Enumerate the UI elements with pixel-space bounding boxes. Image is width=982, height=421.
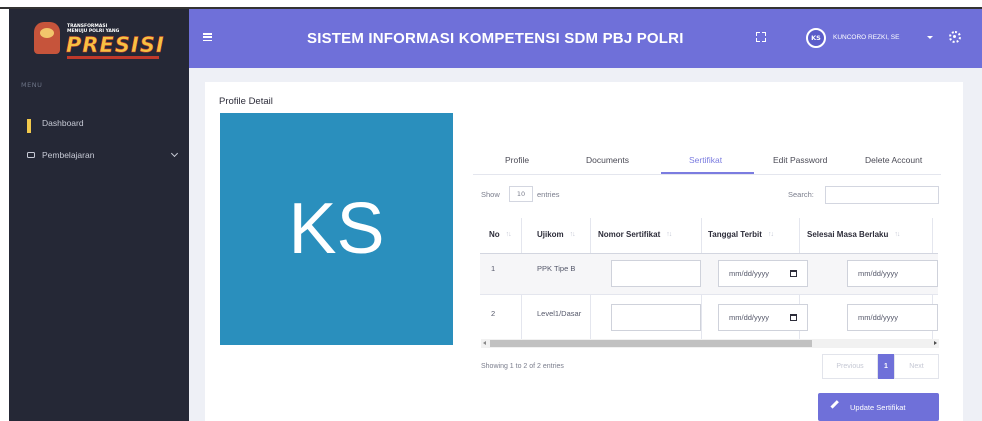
column-header-nomor-sertifikat[interactable]: Nomor Sertifikat ↑↓ <box>598 230 672 239</box>
hamburger-menu-icon[interactable] <box>203 33 212 41</box>
column-header-ujikom[interactable]: Ujikom ↑↓ <box>537 230 576 239</box>
sidebar-item-dashboard[interactable]: Dashboard <box>27 118 84 133</box>
active-tab-indicator <box>661 172 754 174</box>
logo-brand: PRESISI <box>66 33 165 57</box>
logo-underline <box>67 56 159 59</box>
selesai-masa-berlaku-input[interactable]: mm/dd/yyyy <box>847 304 938 331</box>
profile-initials-image: KS <box>220 113 453 345</box>
column-header-no[interactable]: No ↑↓ <box>489 230 512 239</box>
previous-button[interactable]: Previous <box>822 354 878 379</box>
sort-icon: ↑↓ <box>767 231 774 238</box>
sidebar-item-label: Pembelajaran <box>42 150 95 160</box>
tab-edit-password[interactable]: Edit Password <box>773 155 827 165</box>
sort-icon: ↑↓ <box>569 231 576 238</box>
show-label: Show <box>481 190 500 199</box>
sort-icon: ↑↓ <box>894 231 900 238</box>
nomor-sertifikat-input[interactable] <box>611 260 701 287</box>
sidebar: TRANSFORMASI MENUJU POLRI YANG PRESISI M… <box>9 9 189 421</box>
header-label: Tanggal Terbit <box>708 230 762 239</box>
date-placeholder: mm/dd/yyyy <box>858 313 899 322</box>
header-label: Selesai Masa Berlaku <box>807 230 889 239</box>
sort-icon: ↑↓ <box>666 231 672 238</box>
calendar-icon[interactable] <box>790 270 797 277</box>
tab-documents[interactable]: Documents <box>586 155 629 165</box>
calendar-icon[interactable] <box>790 314 797 321</box>
entries-label: entries <box>537 190 560 199</box>
chevron-down-icon <box>170 149 179 158</box>
logo[interactable]: TRANSFORMASI MENUJU POLRI YANG PRESISI <box>9 9 189 68</box>
search-input[interactable] <box>825 186 939 204</box>
user-name[interactable]: KUNCORO REZKI, SE <box>833 34 899 41</box>
selesai-masa-berlaku-input[interactable]: mm/dd/yyyy <box>847 260 938 287</box>
scroll-left-icon[interactable] <box>483 341 486 345</box>
column-header-tanggal-terbit[interactable]: Tanggal Terbit ↑↓ <box>708 230 774 239</box>
tabs-divider <box>473 174 941 175</box>
sort-icon: ↑↓ <box>505 231 512 238</box>
horizontal-scrollbar[interactable] <box>481 339 939 348</box>
cell-no: 1 <box>491 264 496 273</box>
sidebar-item-pembelajaran[interactable]: Pembelajaran <box>27 149 179 160</box>
app-title: SISTEM INFORMASI KOMPETENSI SDM PBJ POLR… <box>307 30 684 47</box>
button-label: Update Sertifikat <box>850 402 906 412</box>
scroll-thumb[interactable] <box>490 340 812 347</box>
tanggal-terbit-input[interactable]: mm/dd/yyyy <box>718 304 808 331</box>
caret-down-icon[interactable] <box>927 36 933 39</box>
police-emblem-icon <box>34 22 60 54</box>
date-placeholder: mm/dd/yyyy <box>858 269 899 278</box>
fullscreen-icon[interactable] <box>756 32 766 42</box>
entries-select[interactable]: 10 <box>509 186 533 202</box>
monitor-icon <box>27 152 35 158</box>
row-divider <box>480 294 938 295</box>
card-title: Profile Detail <box>219 96 273 107</box>
tab-delete-account[interactable]: Delete Account <box>865 155 922 165</box>
search-label: Search: <box>788 190 814 199</box>
page-1-button[interactable]: 1 <box>878 354 894 379</box>
cell-no: 2 <box>491 309 496 318</box>
app-frame: TRANSFORMASI MENUJU POLRI YANG PRESISI M… <box>0 0 982 421</box>
gear-icon[interactable] <box>949 31 961 43</box>
grid-icon <box>27 119 35 133</box>
cell-ujikom: Level1/Dasar <box>537 309 582 318</box>
menu-header: MENU <box>21 81 43 89</box>
pencil-icon <box>830 400 839 409</box>
tab-sertifikat[interactable]: Sertifikat <box>689 155 722 165</box>
tanggal-terbit-input[interactable]: mm/dd/yyyy <box>718 260 808 287</box>
scroll-right-icon[interactable] <box>934 341 937 345</box>
nomor-sertifikat-input[interactable] <box>611 304 701 331</box>
column-header-selesai-masa-berlaku[interactable]: Selesai Masa Berlaku ↑↓ <box>807 230 900 239</box>
table-info: Showing 1 to 2 of 2 entries <box>481 363 564 370</box>
update-sertifikat-button[interactable]: Update Sertifikat <box>818 393 939 421</box>
sidebar-item-label: Dashboard <box>42 118 84 128</box>
header-label: No <box>489 230 500 239</box>
date-placeholder: mm/dd/yyyy <box>729 313 770 322</box>
tab-profile[interactable]: Profile <box>505 155 529 165</box>
header-bar: SISTEM INFORMASI KOMPETENSI SDM PBJ POLR… <box>189 9 982 68</box>
date-placeholder: mm/dd/yyyy <box>729 269 770 278</box>
header-label: Ujikom <box>537 230 564 239</box>
next-button[interactable]: Next <box>894 354 939 379</box>
user-avatar[interactable]: KS <box>806 28 826 48</box>
cell-ujikom: PPK Tipe B <box>537 264 576 273</box>
header-label: Nomor Sertifikat <box>598 230 661 239</box>
